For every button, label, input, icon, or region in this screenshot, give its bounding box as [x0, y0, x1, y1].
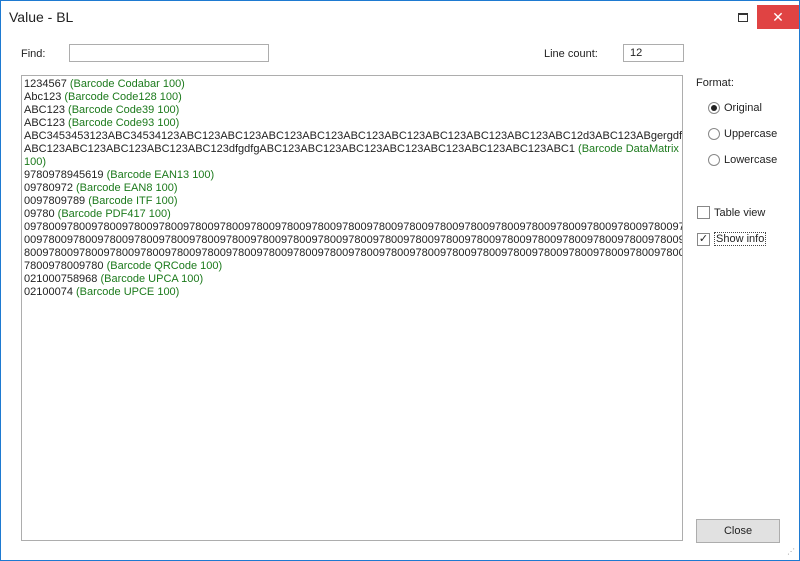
- line-value: 09780: [24, 208, 55, 220]
- table-view-option[interactable]: Table view: [697, 206, 765, 219]
- line-count-input[interactable]: [623, 44, 684, 62]
- line-info: (Barcode Code39 100): [68, 104, 180, 116]
- line-value: 0097800978009780097800978009780097800978…: [24, 234, 683, 246]
- format-option-label: Uppercase: [724, 128, 778, 140]
- line-info: (Barcode QRCode 100): [106, 260, 223, 272]
- radio-uppercase[interactable]: [708, 128, 720, 140]
- show-info-option[interactable]: ✓ Show info: [697, 232, 767, 246]
- value-line: 1234567 (Barcode Codabar 100): [24, 78, 679, 91]
- table-view-checkbox[interactable]: [697, 206, 710, 219]
- format-label: Format:: [696, 77, 734, 89]
- line-info: (Barcode UPCA 100): [100, 273, 204, 285]
- value-line: ABC123ABC123ABC123ABC123ABC123dfgdfgABC1…: [24, 143, 679, 169]
- radio-original[interactable]: [708, 102, 720, 114]
- line-value: 02100074: [24, 286, 73, 298]
- format-option-original[interactable]: Original: [708, 102, 762, 114]
- value-line: 0097800978009780097800978009780097800978…: [24, 234, 682, 247]
- line-info: (Barcode PDF417 100): [57, 208, 171, 220]
- resize-grip-icon[interactable]: ⋰: [787, 548, 795, 556]
- line-count-label: Line count:: [544, 48, 598, 60]
- value-line: 9780978945619 (Barcode EAN13 100): [24, 169, 679, 182]
- line-value: ABC123: [24, 104, 65, 116]
- window-title: Value - BL: [9, 9, 74, 25]
- value-line: 8009780097800978009780097800978009780097…: [24, 247, 682, 260]
- line-info: (Barcode Code128 100): [64, 91, 182, 103]
- line-info: (Barcode EAN13 100): [106, 169, 215, 181]
- dialog-window: Value - BL ✕ Find: Line count: 1234567 (…: [0, 0, 800, 561]
- line-value: 8009780097800978009780097800978009780097…: [24, 247, 683, 259]
- value-line: 09780 (Barcode PDF417 100): [24, 208, 679, 221]
- maximize-icon: [738, 13, 748, 23]
- value-line: ABC123 (Barcode Code39 100): [24, 104, 679, 117]
- line-value: 09780972: [24, 182, 73, 194]
- line-value: ABC123ABC123ABC123ABC123ABC123dfgdfgABC1…: [24, 143, 575, 155]
- table-view-label: Table view: [714, 206, 766, 219]
- line-info: (Barcode EAN8 100): [76, 182, 178, 194]
- line-value: 021000758968: [24, 273, 98, 285]
- value-textarea[interactable]: 1234567 (Barcode Codabar 100) Abc123 (Bar…: [21, 75, 683, 541]
- line-value: 0097809789: [24, 195, 86, 207]
- close-button[interactable]: Close: [696, 519, 780, 543]
- line-info: (Barcode Code93 100): [68, 117, 180, 129]
- show-info-label: Show info: [714, 232, 767, 246]
- line-info: (Barcode ITF 100): [88, 195, 178, 207]
- line-value: Abc123: [24, 91, 62, 103]
- line-value: 9780978945619: [24, 169, 104, 181]
- line-info: (Barcode UPCE 100): [76, 286, 180, 298]
- format-option-label: Lowercase: [724, 154, 778, 166]
- format-option-uppercase[interactable]: Uppercase: [708, 128, 777, 140]
- show-info-checkbox[interactable]: ✓: [697, 232, 710, 246]
- close-icon: ✕: [772, 9, 784, 25]
- value-line: 0097809789 (Barcode ITF 100): [24, 195, 679, 208]
- line-value: ABC123: [24, 117, 65, 129]
- value-line: 0978009780097800978009780097800978009780…: [24, 221, 682, 234]
- line-info: (Barcode Codabar 100): [69, 78, 185, 90]
- title-bar[interactable]: Value - BL ✕: [1, 1, 799, 33]
- value-line: 02100074 (Barcode UPCE 100): [24, 286, 679, 299]
- line-value: 1234567: [24, 78, 67, 90]
- value-line: ABC123 (Barcode Code93 100): [24, 117, 679, 130]
- line-value: 7800978009780: [24, 260, 104, 272]
- find-input[interactable]: [69, 44, 269, 62]
- value-line: 09780972 (Barcode EAN8 100): [24, 182, 679, 195]
- line-value: ABC3453453123ABC34534123ABC123ABC123ABC1…: [24, 130, 683, 142]
- value-line: ABC3453453123ABC34534123ABC123ABC123ABC1…: [24, 130, 682, 143]
- value-line: 021000758968 (Barcode UPCA 100): [24, 273, 679, 286]
- value-lines: 1234567 (Barcode Codabar 100) Abc123 (Bar…: [24, 78, 682, 299]
- maximize-button[interactable]: [729, 5, 757, 29]
- line-value: 0978009780097800978009780097800978009780…: [24, 221, 683, 233]
- find-label: Find:: [21, 48, 46, 60]
- radio-lowercase[interactable]: [708, 154, 720, 166]
- close-window-button[interactable]: ✕: [757, 5, 799, 29]
- value-line: Abc123 (Barcode Code128 100): [24, 91, 679, 104]
- value-line: 7800978009780 (Barcode QRCode 100): [24, 260, 679, 273]
- format-option-label: Original: [724, 102, 762, 114]
- format-option-lowercase[interactable]: Lowercase: [708, 154, 777, 166]
